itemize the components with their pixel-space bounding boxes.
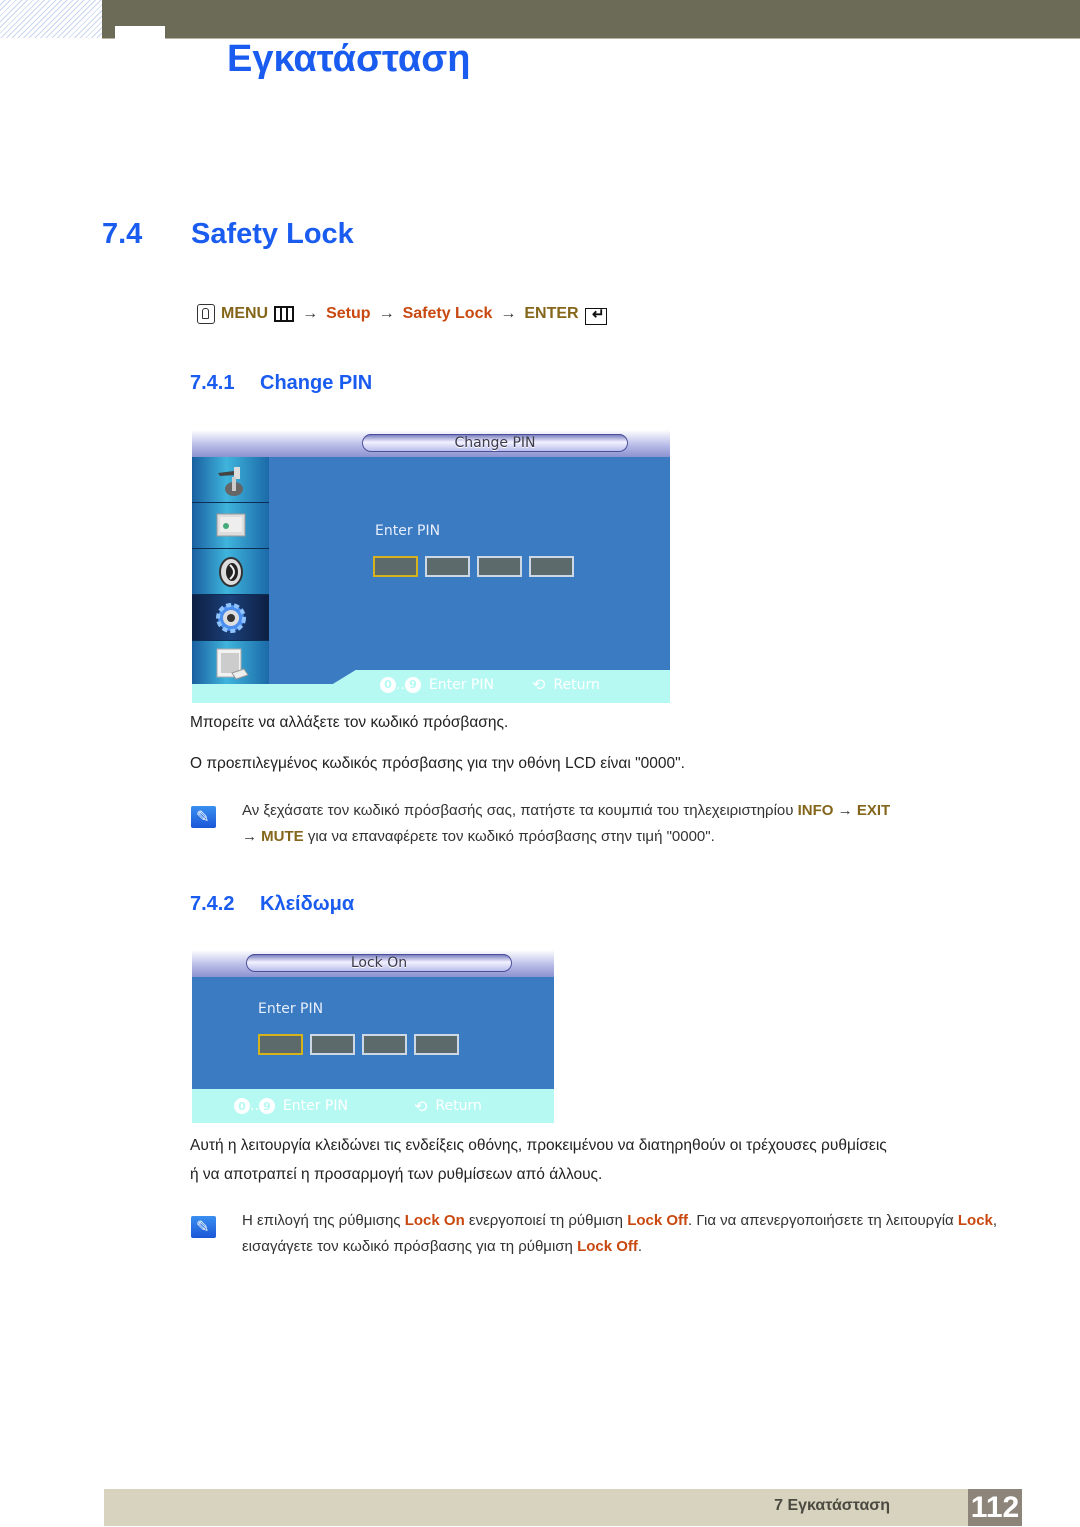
- lock-on-label: Lock On: [404, 1212, 465, 1229]
- speaker-icon: [218, 556, 243, 587]
- enter-label: ENTER: [524, 304, 579, 322]
- paragraph: ή να αποτραπεί η προσαρμογή των ρυθμίσεω…: [190, 1166, 603, 1183]
- exit-button-label: EXIT: [856, 802, 891, 819]
- note-forgot-pin: Αν ξεχάσατε τον κωδικό πρόσβασής σας, πα…: [242, 798, 1012, 850]
- arrow: →: [833, 802, 857, 819]
- footer-return[interactable]: Return: [553, 677, 599, 693]
- note-icon: [191, 1216, 216, 1238]
- subsection-title-text: Change PIN: [260, 372, 373, 394]
- subsection-title-lock: 7.4.2 Κλείδωμα: [190, 893, 354, 916]
- sidebar-item-setup[interactable]: [192, 595, 269, 641]
- note-text: .: [637, 1238, 643, 1255]
- note-lock-on: Η επιλογή της ρύθμισης Lock On ενεργοποι…: [242, 1208, 1012, 1260]
- sidebar-item-input[interactable]: [192, 457, 269, 503]
- footer-chapter-label: 7 Εγκατάσταση: [774, 1497, 890, 1514]
- return-icon: ⟲: [531, 675, 546, 694]
- lock-off-label: Lock Off: [577, 1238, 638, 1255]
- pin-digit-3[interactable]: [477, 556, 522, 577]
- pin-input-row: [258, 1034, 459, 1055]
- picture-icon: [216, 513, 245, 536]
- note-text: . Για να απενεργοποιήσετε τη λειτουργία: [688, 1212, 958, 1229]
- dots: ..: [396, 676, 405, 693]
- digit-9-icon: 9: [258, 1098, 275, 1114]
- setup-label: Setup: [326, 304, 371, 322]
- lock-label: Lock: [957, 1212, 993, 1229]
- osd-header: Change PIN: [192, 430, 670, 457]
- menu-path: MENU → Setup → Safety Lock → ENTER: [197, 302, 607, 325]
- page-footer: 7 Εγκατάσταση 112: [104, 1489, 1022, 1526]
- info-button-label: INFO: [797, 802, 834, 819]
- pin-digit-4[interactable]: [414, 1034, 459, 1055]
- osd-header: Lock On: [192, 950, 554, 977]
- enter-icon: [584, 305, 607, 325]
- note-text: ενεργοποιεί τη ρύθμιση: [464, 1212, 628, 1229]
- arrow: →: [500, 304, 517, 322]
- sidebar-item-multi-control[interactable]: [192, 641, 269, 686]
- pin-digit-1[interactable]: [373, 556, 418, 577]
- note-text: Αν ξεχάσατε τον κωδικό πρόσβασής σας, πα…: [242, 802, 798, 819]
- osd-sidebar: [192, 457, 269, 685]
- sidebar-item-picture[interactable]: [192, 503, 269, 549]
- note-text: Η επιλογή της ρύθμισης: [242, 1212, 405, 1229]
- paragraph: Ο προεπιλεγμένος κωδικός πρόσβασης για τ…: [190, 755, 685, 772]
- input-plug-icon: [217, 466, 243, 496]
- enter-pin-label: Enter PIN: [375, 523, 441, 539]
- page-number: 112: [968, 1489, 1022, 1526]
- paragraph: Αυτή η λειτουργία κλειδώνει τις ενδείξει…: [190, 1137, 887, 1154]
- arrow: →: [378, 304, 395, 322]
- paragraph: Μπορείτε να αλλάξετε τον κωδικό πρόσβαση…: [190, 714, 509, 731]
- mute-button-label: MUTE: [261, 828, 304, 845]
- arrow: →: [302, 304, 319, 322]
- lock-off-label: Lock Off: [627, 1212, 689, 1229]
- subsection-title-text: Κλείδωμα: [260, 893, 355, 915]
- return-icon: ⟲: [413, 1096, 428, 1116]
- menu-icon: [274, 305, 295, 322]
- safety-lock-label: Safety Lock: [402, 304, 493, 322]
- osd-footer: 0.. 9 Enter PIN ⟲ Return: [332, 670, 670, 699]
- pin-digit-1[interactable]: [258, 1034, 303, 1055]
- remote-hand-icon: [197, 303, 215, 324]
- header-bar: [102, 0, 1080, 39]
- subsection-title-change-pin: 7.4.1 Change PIN: [190, 372, 372, 395]
- digit-0-icon: 0: [380, 676, 396, 693]
- subsection-number: 7.4.1: [190, 372, 235, 394]
- pin-digit-3[interactable]: [362, 1034, 407, 1055]
- pin-digit-2[interactable]: [310, 1034, 355, 1055]
- dots: ..: [250, 1098, 259, 1114]
- osd-header-title: Lock On: [246, 954, 512, 972]
- chapter-title: Εγκατάσταση: [227, 38, 471, 80]
- gear-icon: [215, 602, 246, 633]
- menu-label: MENU: [221, 304, 269, 322]
- section-title-text: Safety Lock: [191, 218, 354, 250]
- header-decoration: [0, 0, 102, 38]
- osd-header-title: Change PIN: [362, 434, 628, 452]
- arrow: →: [242, 828, 262, 845]
- header-tab: [115, 26, 165, 39]
- pin-digit-2[interactable]: [425, 556, 470, 577]
- footer-enter-pin: Enter PIN: [282, 1098, 348, 1114]
- osd-footer: 0.. 9 Enter PIN ⟲ Return: [192, 1089, 554, 1123]
- note-text: για να επαναφέρετε τον κωδικό πρόσβασης …: [303, 828, 715, 845]
- footer-enter-pin: Enter PIN: [428, 676, 494, 693]
- display-remote-icon: [216, 648, 249, 680]
- subsection-number: 7.4.2: [190, 893, 235, 915]
- digit-0-icon: 0: [234, 1098, 250, 1114]
- change-pin-osd: Change PIN Enter PIN 0.. 9 Enter PIN ⟲ Re…: [192, 430, 670, 703]
- section-number: 7.4: [102, 218, 143, 250]
- footer-return[interactable]: Return: [435, 1098, 481, 1114]
- sidebar-item-sound[interactable]: [192, 549, 269, 595]
- pin-input-row: [373, 556, 574, 577]
- digit-9-icon: 9: [404, 676, 421, 693]
- pin-digit-4[interactable]: [529, 556, 574, 577]
- enter-pin-label: Enter PIN: [258, 1001, 324, 1017]
- section-title: 7.4 Safety Lock: [102, 218, 354, 251]
- note-icon: [191, 806, 216, 828]
- lock-on-osd: Lock On Enter PIN 0.. 9 Enter PIN ⟲ Retur…: [192, 950, 554, 1123]
